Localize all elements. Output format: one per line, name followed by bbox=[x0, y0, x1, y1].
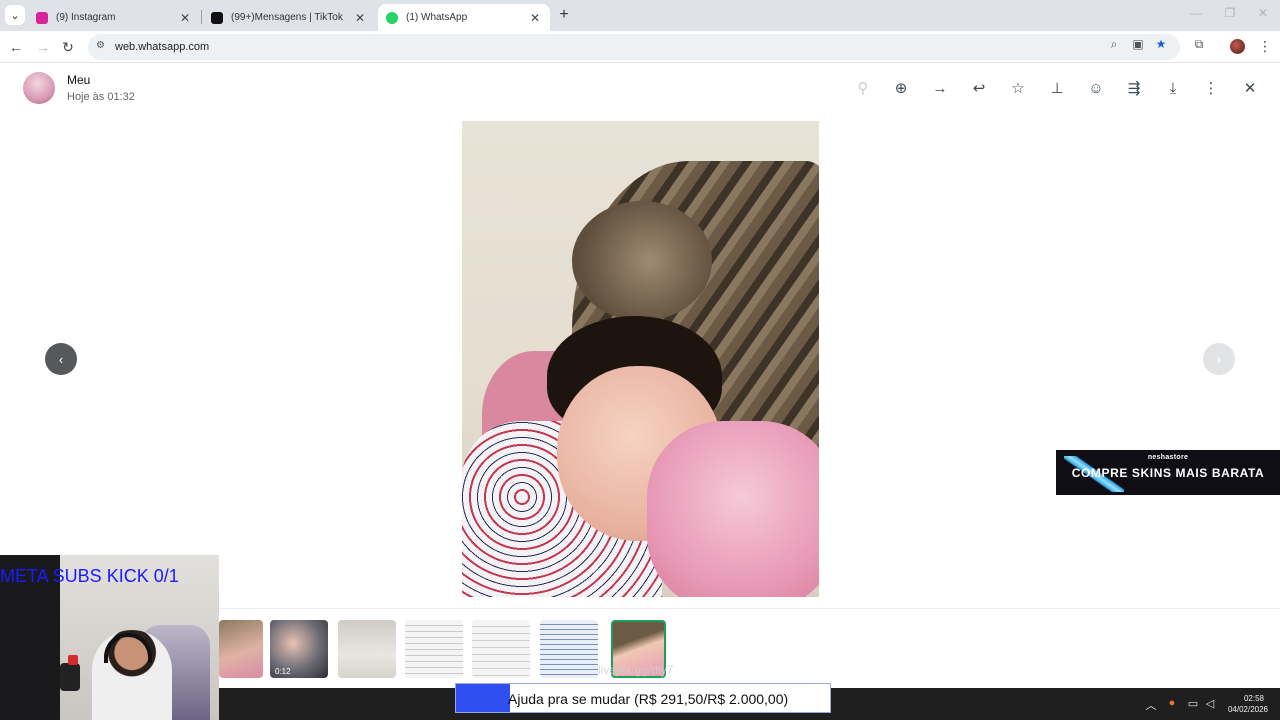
video-thumbnail[interactable]: 0:12 bbox=[270, 620, 328, 678]
restore-icon[interactable]: ❐ bbox=[1220, 6, 1240, 20]
document-thumbnail[interactable] bbox=[472, 620, 530, 678]
star-icon[interactable]: ☆ bbox=[1009, 80, 1027, 98]
tab-whatsapp[interactable]: (1) WhatsApp ✕ bbox=[378, 4, 550, 31]
emoji-icon[interactable]: ☺ bbox=[1087, 80, 1105, 98]
url-text: web.whatsapp.com bbox=[115, 41, 210, 53]
thumbnail[interactable] bbox=[338, 620, 396, 678]
close-tab-icon[interactable]: ✕ bbox=[178, 11, 192, 25]
contact-name: Meu bbox=[67, 73, 91, 87]
extensions-icon[interactable]: ⧉ bbox=[1191, 37, 1207, 52]
browser-tab-bar: ⌄ (9) Instagram ✕ (99+)Mensagens | TikTo… bbox=[0, 0, 1280, 31]
clock-date: 04/02/2026 bbox=[1227, 705, 1268, 714]
window-close-icon[interactable]: ✕ bbox=[1253, 6, 1273, 20]
chevron-right-icon: › bbox=[1216, 351, 1222, 367]
tab-title: (99+)Mensagens | TikTok bbox=[231, 12, 343, 23]
reply-icon[interactable]: ↩ bbox=[970, 80, 988, 98]
minimize-icon[interactable]: — bbox=[1186, 6, 1206, 20]
chevron-left-icon: ‹ bbox=[58, 351, 64, 367]
close-tab-icon[interactable]: ✕ bbox=[353, 11, 367, 25]
zoom-in-icon[interactable]: ⊕ bbox=[892, 80, 910, 98]
message-timestamp: Hoje às 01:32 bbox=[67, 91, 135, 103]
tab-tiktok[interactable]: (99+)Mensagens | TikTok ✕ bbox=[203, 4, 375, 31]
thumbnail-divider bbox=[219, 608, 1280, 609]
instagram-icon bbox=[36, 11, 48, 24]
more-icon[interactable]: ⋮ bbox=[1202, 80, 1220, 98]
browser-toolbar: ← → ↻ ⚙ web.whatsapp.com ⌕ ▣ ★ ⧉ bbox=[0, 31, 1280, 63]
pin-icon[interactable]: ⊥ bbox=[1048, 80, 1066, 98]
tab-title: (9) Instagram bbox=[56, 12, 116, 23]
close-tab-icon[interactable]: ✕ bbox=[528, 11, 542, 25]
zoom-out-icon[interactable]: ⚲ bbox=[854, 80, 872, 98]
clock-time: 02:58 bbox=[1243, 694, 1264, 703]
install-app-icon[interactable]: ▣ bbox=[1130, 37, 1146, 51]
site-info-icon[interactable]: ⚙ bbox=[96, 40, 105, 51]
reload-icon[interactable]: ↻ bbox=[57, 36, 79, 58]
previous-media-button[interactable]: ‹ bbox=[45, 343, 77, 375]
download-icon[interactable]: ⤓ bbox=[1164, 80, 1182, 98]
donation-progress-fill bbox=[456, 684, 510, 712]
forward-icon[interactable]: ⇶ bbox=[1125, 80, 1143, 98]
zoom-icon[interactable]: ⌕ bbox=[1106, 37, 1122, 52]
contact-avatar[interactable] bbox=[23, 72, 55, 104]
go-to-message-icon[interactable]: → bbox=[931, 80, 949, 98]
thumbnail[interactable] bbox=[219, 620, 263, 678]
forward-arrow-icon[interactable]: → bbox=[32, 36, 54, 58]
tab-divider bbox=[201, 10, 202, 24]
new-tab-button[interactable]: + bbox=[555, 5, 573, 25]
mic-light bbox=[68, 655, 78, 665]
tray-chevron-icon[interactable]: ︿ bbox=[1144, 697, 1158, 713]
livepix-text: livepix.gg/dly7 bbox=[598, 663, 674, 677]
photo-pillow bbox=[647, 421, 819, 597]
next-media-button[interactable]: › bbox=[1203, 343, 1235, 375]
document-thumbnail[interactable] bbox=[405, 620, 463, 678]
donation-label: Ajuda pra se mudar (R$ 291,50/R$ 2.000,0… bbox=[508, 691, 789, 707]
bookmark-star-icon[interactable]: ★ bbox=[1153, 37, 1169, 51]
ad-brand: neshastore bbox=[1147, 454, 1189, 461]
ad-banner: neshastore COMPRE SKINS MAIS BARATA bbox=[1056, 450, 1280, 495]
display-icon[interactable]: ▭ bbox=[1186, 697, 1200, 710]
spreadsheet-thumbnail[interactable] bbox=[540, 620, 598, 678]
video-duration: 0:12 bbox=[275, 667, 291, 676]
volume-icon[interactable]: ◁ bbox=[1203, 697, 1217, 710]
profile-avatar[interactable] bbox=[1230, 39, 1245, 54]
tiktok-icon bbox=[211, 11, 223, 24]
back-arrow-icon[interactable]: ← bbox=[5, 36, 27, 58]
browser-menu-icon[interactable]: ⋮ bbox=[1258, 38, 1272, 55]
address-bar[interactable]: ⚙ web.whatsapp.com bbox=[88, 34, 1180, 60]
whatsapp-icon bbox=[386, 11, 398, 24]
microphone-tray-icon[interactable]: ● bbox=[1165, 697, 1179, 709]
tab-search-button[interactable]: ⌄ bbox=[5, 5, 25, 25]
close-icon[interactable]: ✕ bbox=[1241, 80, 1259, 98]
media-photo[interactable] bbox=[462, 121, 819, 597]
microphone-icon bbox=[60, 663, 80, 691]
photo-cat-head bbox=[572, 201, 712, 321]
donation-goal-bar: Ajuda pra se mudar (R$ 291,50/R$ 2.000,0… bbox=[455, 683, 831, 713]
subs-goal-text: META SUBS KICK 0/1 bbox=[0, 566, 179, 586]
tab-title: (1) WhatsApp bbox=[406, 12, 468, 23]
tab-instagram[interactable]: (9) Instagram ✕ bbox=[28, 4, 200, 31]
ad-text: COMPRE SKINS MAIS BARATA bbox=[1071, 466, 1265, 480]
